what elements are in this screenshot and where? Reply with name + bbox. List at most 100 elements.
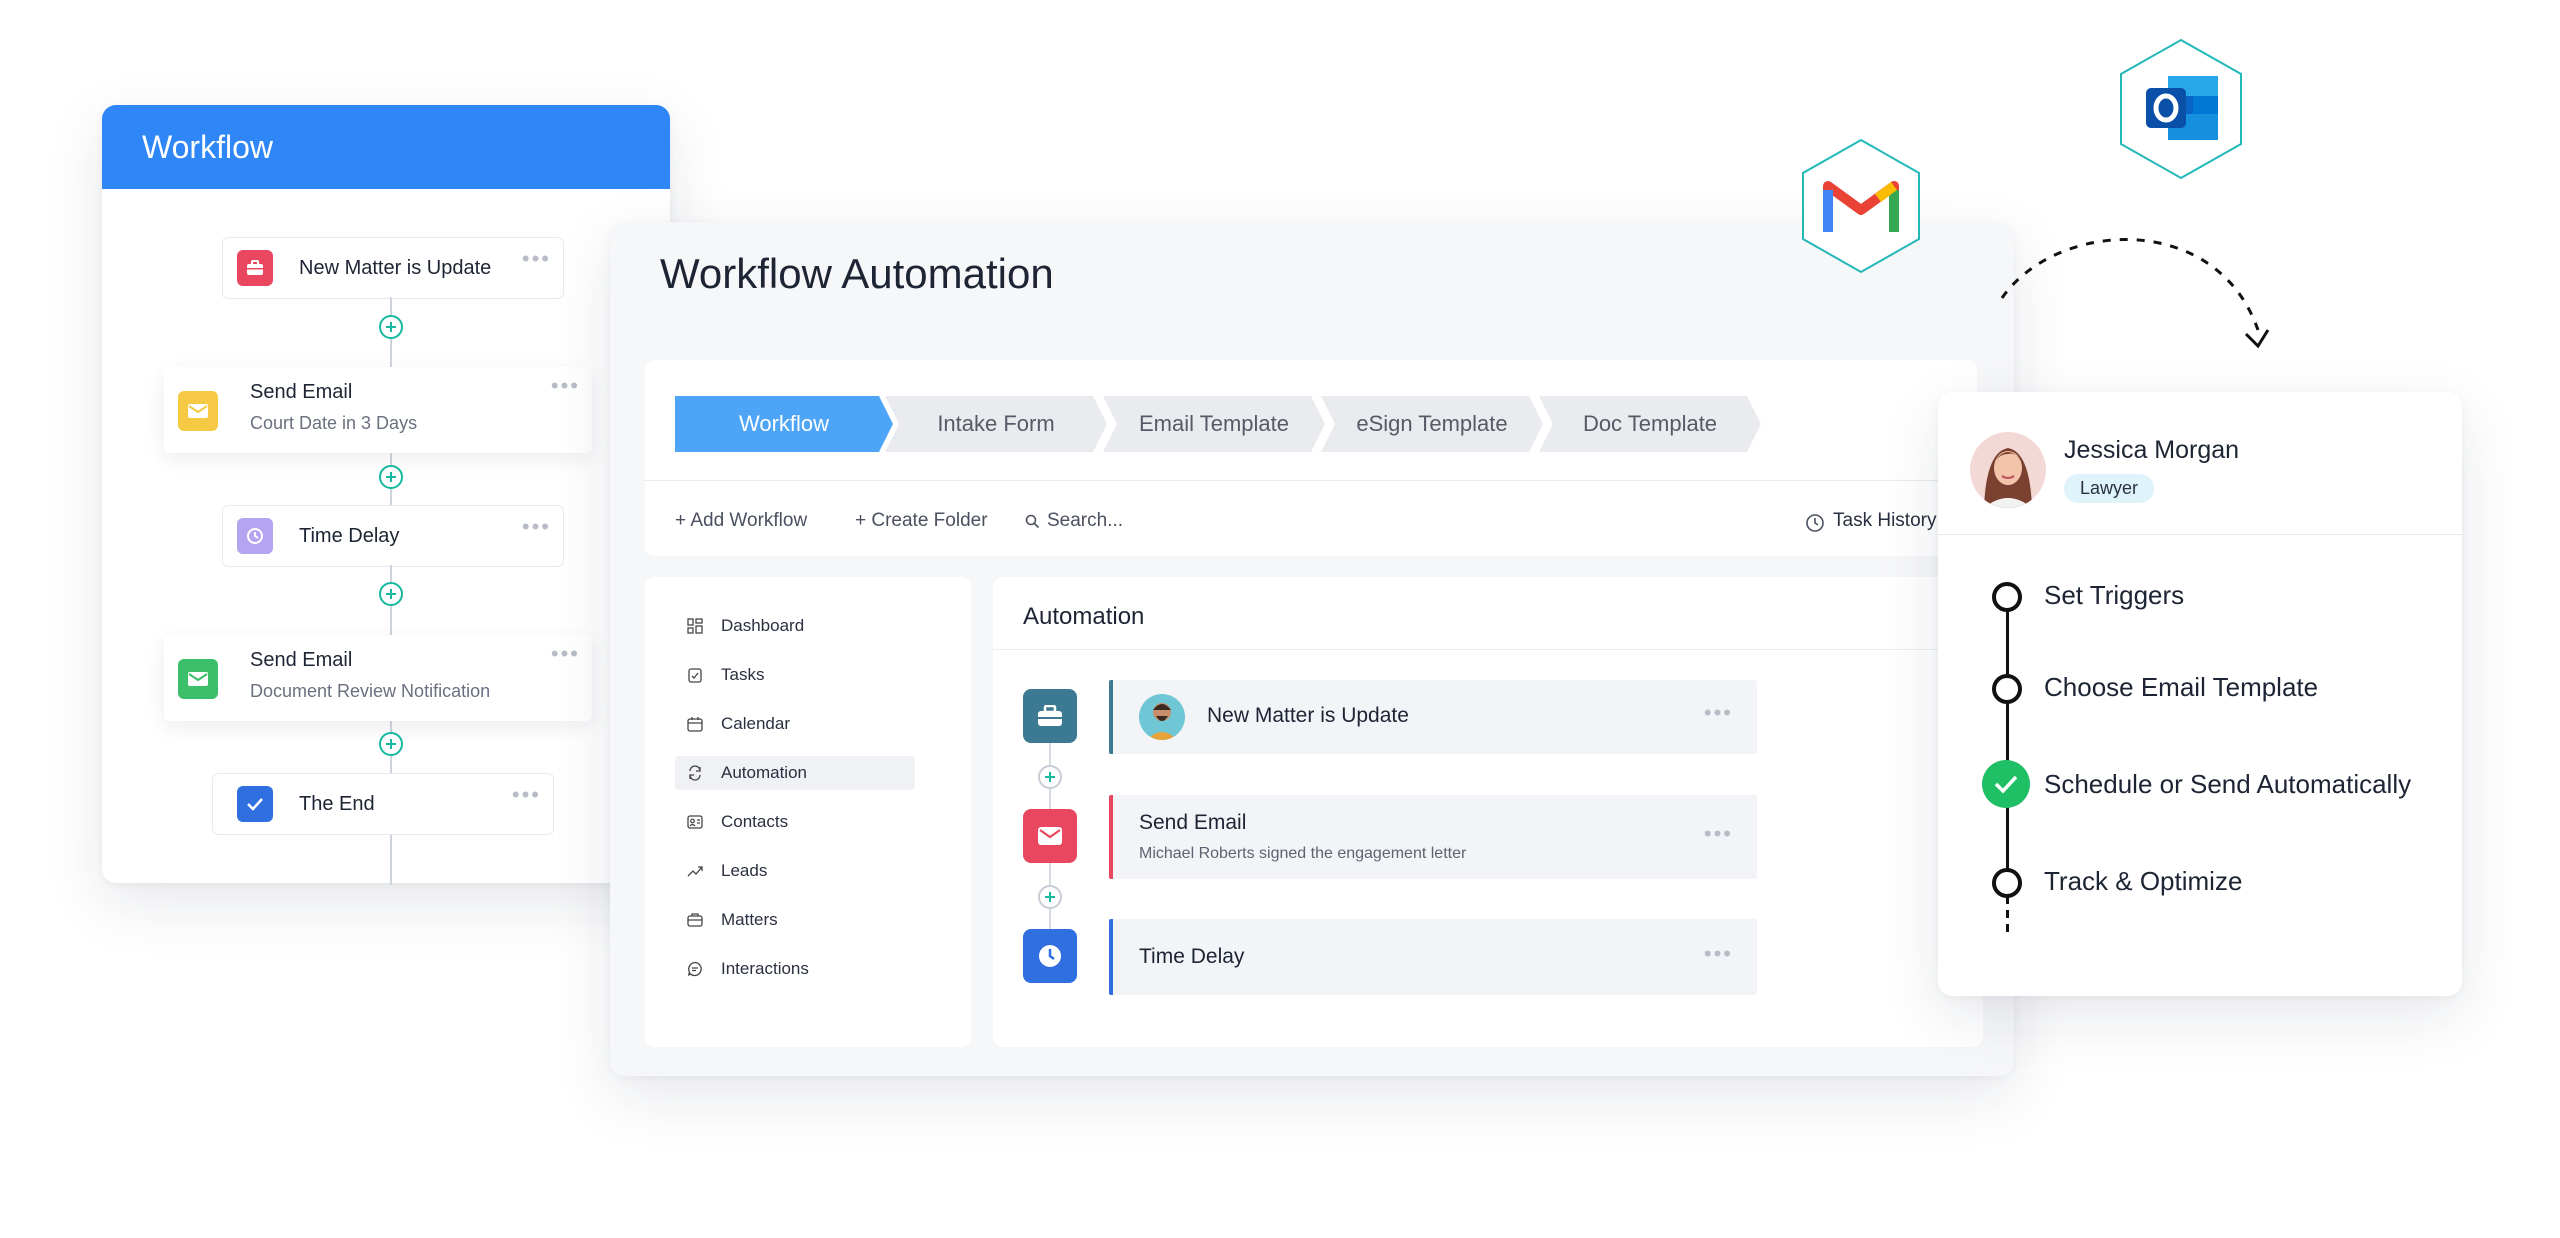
more-menu-icon[interactable]: ••• — [512, 784, 541, 806]
chat-icon — [687, 961, 702, 977]
clipboard-icon — [688, 668, 702, 683]
clock-icon — [237, 518, 273, 554]
tab-email-template[interactable]: Email Template — [1103, 396, 1325, 452]
sidebar-item-label: Tasks — [721, 665, 765, 684]
search-icon — [1025, 514, 1040, 529]
sidebar-item-label: Automation — [721, 763, 807, 782]
workflow-node-title: Send Email — [250, 649, 353, 671]
more-menu-icon[interactable]: ••• — [1704, 823, 1733, 845]
search-placeholder: Search... — [1047, 510, 1124, 531]
step-label: Schedule or Send Automatically — [2044, 769, 2412, 799]
workflow-node-title: Time Delay — [299, 525, 400, 547]
sidebar-item-label: Leads — [721, 861, 768, 880]
create-folder-button[interactable]: + Create Folder — [855, 510, 988, 532]
sidebar-item-contacts[interactable]: Contacts — [675, 805, 915, 839]
envelope-icon — [178, 659, 218, 699]
sidebar-item-matters[interactable]: Matters — [675, 903, 915, 937]
tabs-toolbar-area: Workflow Intake Form Email Template eSig… — [645, 360, 1977, 556]
briefcase-icon — [237, 250, 273, 286]
add-step-icon[interactable] — [379, 582, 403, 606]
step-label: Choose Email Template — [2044, 672, 2319, 702]
tab-workflow[interactable]: Workflow — [675, 396, 893, 452]
workflow-node-title: New Matter is Update — [299, 257, 492, 279]
search-field[interactable]: Search... — [1025, 510, 1285, 534]
envelope-icon — [1023, 809, 1077, 863]
envelope-icon — [178, 391, 218, 431]
sidebar-item-leads[interactable]: Leads — [675, 854, 915, 888]
divider — [1938, 534, 2462, 535]
add-step-icon[interactable] — [379, 315, 403, 339]
person-name: Jessica Morgan — [2064, 436, 2240, 464]
sidebar-item-label: Dashboard — [721, 616, 805, 635]
automation-item-trigger[interactable]: New Matter is Update ••• — [1109, 680, 1757, 754]
tab-doc-template[interactable]: Doc Template — [1539, 396, 1761, 452]
sidebar-item-calendar[interactable]: Calendar — [675, 707, 915, 741]
checkmark-icon — [237, 786, 273, 822]
add-step-icon[interactable] — [379, 465, 403, 489]
sidebar-item-label: Interactions — [721, 959, 809, 978]
check-circle-icon — [1982, 760, 2030, 808]
more-menu-icon[interactable]: ••• — [1704, 943, 1733, 965]
more-menu-icon[interactable]: ••• — [1704, 702, 1733, 724]
workflow-node-title: The End — [299, 793, 375, 815]
more-menu-icon[interactable]: ••• — [522, 516, 551, 538]
calendar-icon — [687, 717, 703, 732]
sidebar-item-interactions[interactable]: Interactions — [675, 952, 915, 986]
sidebar-item-dashboard[interactable]: Dashboard — [675, 609, 915, 643]
clock-icon — [1023, 929, 1077, 983]
sidebar-item-tasks[interactable]: Tasks — [675, 658, 915, 692]
sidebar-item-label: Matters — [721, 910, 778, 929]
steps-connector — [2006, 602, 2009, 882]
avatar — [1970, 432, 2046, 508]
gmail-logo — [1802, 138, 1920, 274]
clock-icon — [1806, 514, 1824, 532]
briefcase-icon — [687, 913, 703, 927]
workflow-node-subtitle: Court Date in 3 Days — [250, 413, 418, 433]
sidebar-item-label: Contacts — [721, 812, 789, 831]
divider — [993, 649, 1983, 650]
step-circle-icon — [1992, 674, 2022, 704]
add-step-icon[interactable] — [1038, 885, 1062, 909]
automation-item-subtitle: Michael Roberts signed the engagement le… — [1139, 845, 1467, 862]
workflow-node-subtitle: Document Review Notification — [250, 681, 491, 701]
add-workflow-button[interactable]: + Add Workflow — [675, 510, 807, 532]
outlook-logo — [2120, 38, 2242, 180]
role-badge: Lawyer — [2064, 474, 2155, 503]
workflow-connector — [390, 565, 392, 885]
add-step-icon[interactable] — [1038, 765, 1062, 789]
refresh-icon — [689, 765, 701, 781]
step-circle-icon — [1992, 868, 2022, 898]
sidebar: Dashboard Tasks Calendar Automation Cont… — [645, 577, 971, 1047]
sidebar-item-automation[interactable]: Automation — [675, 756, 915, 790]
dashboard-icon — [687, 618, 703, 634]
more-menu-icon[interactable]: ••• — [551, 375, 580, 397]
workflow-node-end[interactable]: The End ••• — [212, 773, 554, 835]
add-step-icon[interactable] — [379, 732, 403, 756]
workflow-node-send-email[interactable]: Send Email Court Date in 3 Days ••• — [164, 367, 592, 453]
workflow-automation-window: Workflow Automation Workflow Intake Form… — [610, 222, 2014, 1076]
workflow-node-time-delay[interactable]: Time Delay ••• — [222, 505, 564, 567]
more-menu-icon[interactable]: ••• — [551, 643, 580, 665]
workflow-panel-title: Workflow — [102, 105, 670, 189]
automation-item-time-delay[interactable]: Time Delay ••• — [1109, 919, 1757, 995]
step-circle-icon — [1992, 582, 2022, 612]
step-label: Track & Optimize — [2044, 866, 2243, 896]
automation-panel: Automation New Matter is Update ••• Send… — [993, 577, 1983, 1047]
trend-up-icon — [687, 866, 703, 877]
workflow-node-trigger[interactable]: New Matter is Update ••• — [222, 237, 564, 299]
avatar — [1139, 694, 1185, 740]
automation-item-send-email[interactable]: Send Email Michael Roberts signed the en… — [1109, 795, 1757, 879]
more-menu-icon[interactable]: ••• — [522, 248, 551, 270]
tab-intake-form[interactable]: Intake Form — [885, 396, 1107, 452]
divider — [645, 480, 1977, 481]
workflow-panel: Workflow New Matter is Update ••• Send E… — [102, 105, 670, 885]
workflow-node-send-email[interactable]: Send Email Document Review Notification … — [164, 635, 592, 721]
dashed-arrow-icon — [2000, 238, 2270, 349]
page-title: Workflow Automation — [660, 250, 1054, 297]
tab-esign-template[interactable]: eSign Template — [1321, 396, 1543, 452]
sidebar-item-label: Calendar — [721, 714, 790, 733]
automation-title: Automation — [1023, 603, 1145, 630]
workflow-node-title: Send Email — [250, 381, 353, 403]
assignee-card: Jessica Morgan Lawyer Set Triggers Choos… — [1938, 392, 2462, 996]
contact-card-icon — [687, 815, 703, 829]
